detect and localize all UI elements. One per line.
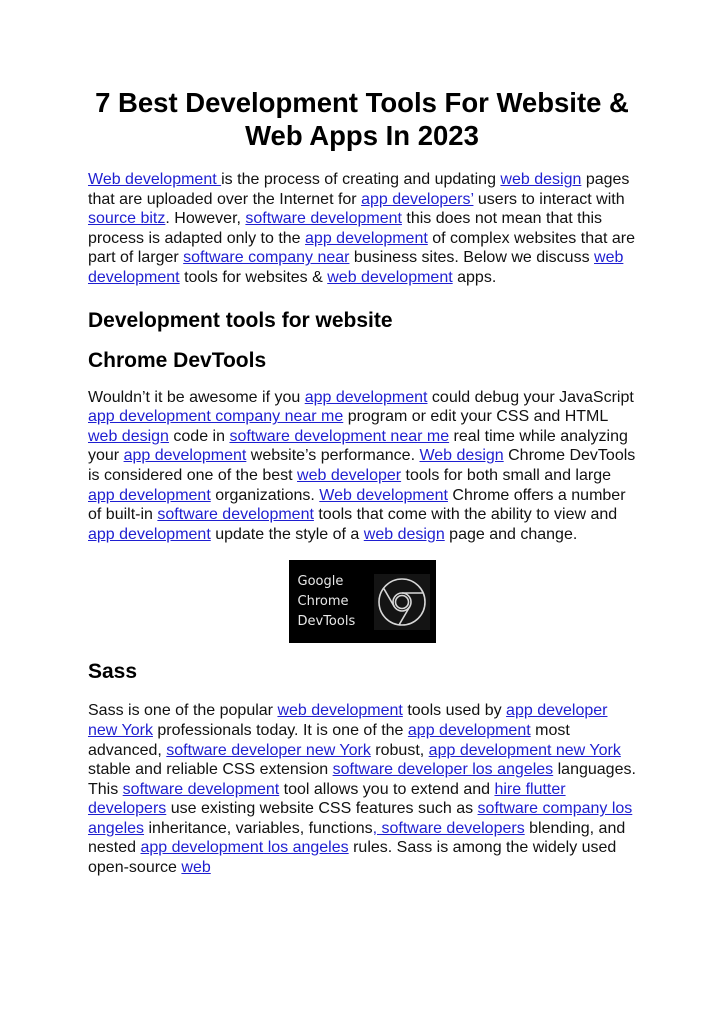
inline-link[interactable]: app development bbox=[88, 487, 211, 504]
text-run: organizations. bbox=[210, 486, 320, 504]
text-run: users to interact with bbox=[473, 190, 625, 208]
text-run: update the style of a bbox=[210, 525, 364, 543]
section-heading: Development tools for website bbox=[88, 308, 393, 332]
inline-link[interactable]: web development bbox=[277, 702, 402, 719]
text-run: tool allows you to extend and bbox=[279, 780, 495, 798]
text-run: page and change. bbox=[444, 525, 578, 543]
text-run: . However, bbox=[165, 210, 246, 228]
inline-link[interactable]: software development bbox=[123, 781, 280, 798]
chrome-devtools-heading: Chrome DevTools bbox=[88, 348, 267, 372]
inline-link[interactable]: app development bbox=[88, 526, 211, 543]
inline-link[interactable]: software company near bbox=[183, 249, 349, 266]
chrome-devtools-paragraph: Wouldn’t it be awesome if you app develo… bbox=[88, 388, 636, 545]
inline-link[interactable]: web design bbox=[88, 428, 169, 445]
inline-link[interactable]: source bitz bbox=[88, 210, 165, 227]
text-run: robust, bbox=[370, 741, 429, 759]
chrome-devtools-image: Google Chrome DevTools bbox=[288, 560, 436, 644]
text-run: tools for both small and large bbox=[401, 466, 611, 484]
text-run: Sass is one of the popular bbox=[88, 702, 278, 720]
inline-link[interactable]: app development bbox=[305, 230, 428, 247]
text-run: tools for websites & bbox=[179, 268, 328, 286]
text-run: professionals today. It is one of the bbox=[152, 721, 408, 739]
inline-link[interactable]: app development bbox=[408, 722, 531, 739]
text-run: Wouldn’t it be awesome if you bbox=[88, 388, 305, 406]
text-run: use existing website CSS features such a… bbox=[166, 800, 478, 818]
devtools-image-line: Chrome bbox=[297, 593, 349, 609]
sass-heading: Sass bbox=[88, 660, 138, 684]
inline-link[interactable]: web design bbox=[500, 171, 581, 188]
text-run: tools that come with the ability to view… bbox=[313, 506, 618, 524]
inline-link[interactable]: Web development bbox=[88, 171, 221, 188]
sass-paragraph: Sass is one of the popular web developme… bbox=[88, 701, 636, 877]
chrome-devtools-figure: Google Chrome DevTools bbox=[88, 560, 636, 644]
chrome-logo-icon bbox=[373, 574, 430, 631]
inline-link[interactable]: web design bbox=[364, 526, 445, 543]
text-run: code in bbox=[168, 427, 230, 445]
inline-link[interactable]: Web development bbox=[319, 487, 448, 504]
inline-link[interactable]: app development los angeles bbox=[140, 839, 348, 856]
inline-link[interactable]: web developer bbox=[297, 467, 401, 484]
text-run: website’s performance. bbox=[246, 447, 420, 465]
inline-link[interactable]: software development near me bbox=[229, 428, 449, 445]
document-page: 7 Best Development Tools For Website & W… bbox=[88, 86, 636, 878]
page-title: 7 Best Development Tools For Website & W… bbox=[95, 87, 629, 151]
inline-link[interactable]: , software developers bbox=[373, 820, 525, 837]
inline-link[interactable]: app development company near me bbox=[88, 408, 343, 425]
inline-link[interactable]: web development bbox=[327, 269, 452, 286]
text-run: tools used by bbox=[402, 702, 507, 720]
inline-link[interactable]: app developers’ bbox=[361, 191, 473, 208]
text-run: program or edit your CSS and HTML bbox=[343, 408, 608, 426]
text-run: could debug your JavaScript bbox=[427, 388, 634, 406]
inline-link[interactable]: software development bbox=[157, 506, 314, 523]
text-run: stable and reliable CSS extension bbox=[88, 761, 333, 779]
text-run: apps. bbox=[452, 268, 497, 286]
inline-link[interactable]: software development bbox=[245, 210, 402, 227]
devtools-image-caption: Google Chrome DevTools bbox=[298, 572, 370, 632]
devtools-image-line: DevTools bbox=[297, 613, 356, 629]
text-run: business sites. Below we discuss bbox=[349, 249, 595, 267]
inline-link[interactable]: Web design bbox=[419, 447, 503, 464]
text-run: inheritance, variables, functions bbox=[144, 819, 373, 837]
intro-paragraph: Web development is the process of creati… bbox=[88, 170, 636, 288]
chrome-logo-svg bbox=[377, 578, 426, 627]
inline-link[interactable]: web bbox=[181, 859, 210, 876]
inline-link[interactable]: app development bbox=[124, 447, 247, 464]
inline-link[interactable]: app development bbox=[305, 389, 428, 406]
devtools-image-line: Google bbox=[297, 573, 344, 589]
inline-link[interactable]: software developer new York bbox=[166, 742, 371, 759]
inline-link[interactable]: app development new York bbox=[429, 742, 621, 759]
text-run: is the process of creating and updating bbox=[221, 171, 501, 188]
inline-link[interactable]: software developer los angeles bbox=[333, 761, 554, 778]
